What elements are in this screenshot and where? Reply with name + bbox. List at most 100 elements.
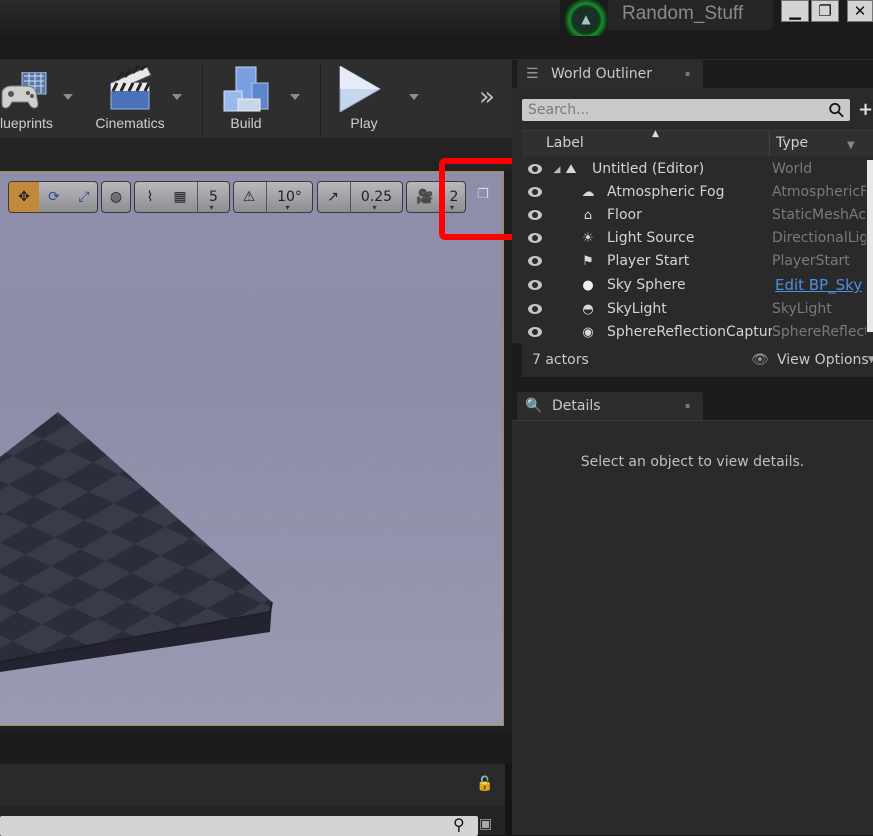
rotate-mode-icon[interactable]: ⟳ [39,182,69,212]
grid-snap-value[interactable]: 5 ▾ [197,182,229,212]
visibility-eye-icon[interactable] [528,164,542,174]
cinematics-label: Cinematics [95,115,165,131]
play-button[interactable]: Play [322,60,430,138]
restore-button[interactable]: ❐ [811,0,839,22]
project-tab[interactable]: Random_Stuff [608,0,773,30]
tab-close-dot[interactable]: ▪ [685,392,690,420]
surface-snap-icon[interactable]: ⌇ [135,182,165,212]
edit-blueprint-link[interactable]: Edit BP_Sky [775,274,869,297]
outliner-row[interactable]: ● Sky Sphere Edit BP_Sky [522,274,867,297]
static-mesh-icon: ⌂ [583,208,593,223]
scale-snap-icon[interactable]: ↗ [318,182,348,212]
actor-name: Player Start [607,253,690,269]
world-local-toggle[interactable]: ◍ [101,181,131,213]
minimize-button[interactable]: ▁ [781,0,809,22]
panel-divider [0,734,512,764]
outliner-row[interactable]: ⌂ Floor StaticMeshAc [522,204,867,227]
build-dropdown-arrow[interactable] [290,94,300,100]
rotation-snap-icon[interactable]: ⚠ [234,182,264,212]
content-search-input[interactable] [0,816,478,836]
visibility-eye-icon[interactable] [528,327,542,337]
visibility-eye-icon[interactable] [528,256,542,266]
actor-name: Atmospheric Fog [607,184,725,200]
visibility-eye-icon[interactable] [528,187,542,197]
globe-icon: ◍ [109,189,123,205]
player-start-icon: ⚑ [582,254,594,269]
directional-light-icon: ☀ [582,231,594,246]
lock-icon[interactable]: 🔓 [476,776,493,792]
scale-snap-value[interactable]: 0.25 ▾ [350,182,402,212]
label-column-header[interactable]: Label [546,135,584,151]
actor-name: SkyLight [607,301,667,317]
actor-name: Light Source [607,230,695,246]
sphere-icon: ● [582,278,594,293]
outliner-column-header: Label ▲ Type ▼ [522,129,873,157]
visibility-eye-icon[interactable] [528,304,542,314]
actor-type: AtmosphericF [772,184,866,200]
world-icon: ⛰ [565,162,577,177]
clapperboard-icon [107,62,155,111]
rotation-snap-value[interactable]: 10° ▾ [266,182,312,212]
scale-snap-group: ↗ 0.25 ▾ [317,181,403,213]
tab-details[interactable]: 🔍 Details ▪ [517,392,703,420]
outliner-scrollbar[interactable] [867,160,873,332]
actor-type: PlayerStart [772,253,850,269]
actor-type: SkyLight [772,301,832,317]
fog-icon: ☁ [581,185,595,200]
toolbar-spacer [0,138,512,171]
actor-name: Floor [607,207,642,223]
type-column-header[interactable]: Type [776,135,808,151]
blueprints-label: lueprints [0,115,53,131]
toolbar-expand-icon[interactable]: » [479,82,495,112]
gamepad-icon [0,71,50,110]
actor-type: World [772,161,813,177]
level-viewport[interactable]: ✥ ⟳ ⤢ ◍ ⌇ ▦ 5 ▾ ⚠ 10° ▾ ↗ 0.25 ▾ 🎥 2 ▾ ❐ [0,171,504,726]
details-empty-message: Select an object to view details. [580,454,805,470]
blueprints-button[interactable]: lueprints [0,60,78,138]
outliner-footer: 7 actors 👁 View Options ▼ [522,343,873,377]
chevron-down-icon: ▼ [868,355,873,365]
outliner-row[interactable]: ◢ ⛰ Untitled (Editor) World [522,158,867,181]
visibility-eye-icon[interactable] [528,233,542,243]
grid-snap-group: ⌇ ▦ 5 ▾ [134,181,230,213]
visibility-eye-icon[interactable] [528,210,542,220]
column-options-icon[interactable]: ▼ [847,140,855,151]
add-actor-icon[interactable]: + [858,99,873,120]
sort-ascending-icon: ▲ [652,129,659,139]
details-panel: Select an object to view details. [512,420,873,835]
menu-bar [0,36,873,60]
build-label: Build [230,115,262,131]
tab-close-dot[interactable]: ▪ [685,60,690,88]
translate-mode-icon[interactable]: ✥ [9,182,39,212]
outliner-row[interactable]: ◓ SkyLight SkyLight [522,298,867,321]
save-icon[interactable]: ▣ [479,816,492,832]
graduation-cap-icon: ▲ [574,7,598,31]
outliner-row[interactable]: ⚑ Player Start PlayerStart [522,250,867,273]
actor-count: 7 actors [532,352,589,368]
build-button[interactable]: Build [204,60,318,138]
outliner-row[interactable]: ☁ Atmospheric Fog AtmosphericF [522,181,867,204]
outliner-search-input[interactable]: Search... [522,99,850,121]
grid-snap-icon[interactable]: ▦ [165,182,195,212]
build-blocks-icon [222,65,272,113]
content-browser-search-row: ⚲ ▣ [0,806,505,836]
search-icon[interactable]: ⚲ [453,815,465,834]
view-options-button[interactable]: View Options [777,343,869,377]
blueprints-dropdown-arrow[interactable] [63,94,73,100]
actor-name: Sky Sphere [607,277,686,293]
visibility-eye-icon[interactable] [528,280,542,290]
eye-icon: 👁 [751,352,769,368]
main-toolbar: lueprints Cinematics Build Play » [0,60,512,138]
world-outliner-tab-label: World Outliner [551,66,652,82]
outliner-row[interactable]: ☀ Light Source DirectionalLig [522,227,867,250]
play-dropdown-arrow[interactable] [409,94,419,100]
tab-world-outliner[interactable]: ☰ World Outliner ▪ [517,60,703,88]
outliner-list-icon: ☰ [526,66,539,82]
cinematics-dropdown-arrow[interactable] [172,94,182,100]
outliner-row[interactable]: ◉ SphereReflectionCaptur SphereReflect [522,321,867,343]
scale-mode-icon[interactable]: ⤢ [69,182,99,212]
content-browser-header: 🔓 [0,764,505,806]
actor-type: SphereReflect [772,324,866,340]
close-button[interactable]: ✕ [847,0,873,22]
cinematics-button[interactable]: Cinematics [82,60,182,138]
